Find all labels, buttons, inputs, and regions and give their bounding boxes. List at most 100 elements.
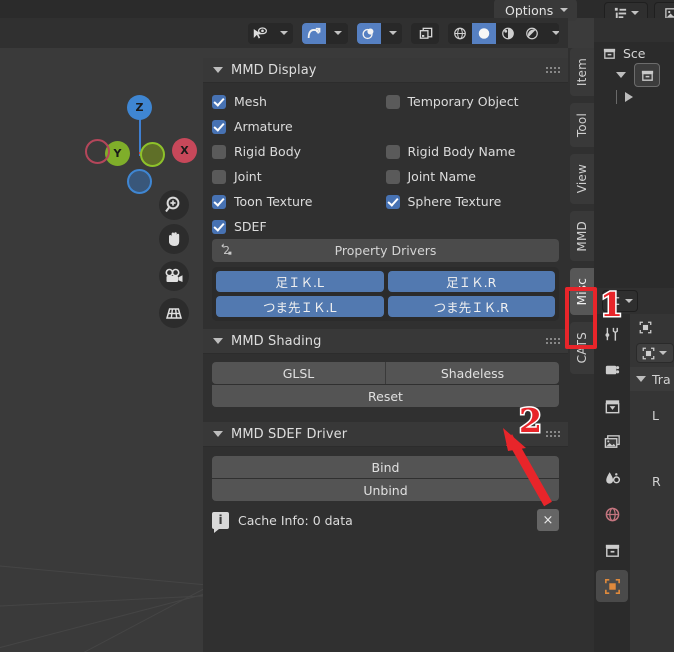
ik-button-toe-l[interactable]: つま先ＩＫ.L xyxy=(216,296,384,317)
checkbox-row-mesh[interactable]: Mesh xyxy=(212,89,386,114)
joint-checkbox[interactable] xyxy=(212,169,226,184)
outliner-object-row[interactable] xyxy=(594,86,674,108)
orthographic-toggle-button[interactable] xyxy=(159,298,189,328)
gizmo-axis-x[interactable]: X xyxy=(172,138,197,163)
camera-icon xyxy=(165,268,183,282)
material-preview-shading-button[interactable] xyxy=(495,22,520,44)
disclosure-triangle-icon[interactable] xyxy=(213,431,223,437)
properties-tab-world[interactable] xyxy=(596,498,628,530)
visibility-selectability-button[interactable] xyxy=(248,22,273,44)
object-data-selector[interactable] xyxy=(636,343,674,363)
sidebar-tabs: Item Tool View MMD Misc CATS xyxy=(568,48,594,652)
properties-tab-view-layer[interactable] xyxy=(596,426,628,458)
checkbox-row-empty-2 xyxy=(386,214,560,239)
armature-checkbox[interactable] xyxy=(212,119,226,134)
visibility-dropdown[interactable] xyxy=(272,22,294,44)
checkbox-row-sphere-texture[interactable]: Sphere Texture xyxy=(385,189,560,214)
property-drivers-button[interactable]: 2 Property Drivers xyxy=(212,239,559,262)
ik-buttons-container: 足ＩＫ.L 足ＩＫ.R つま先ＩＫ.L つま先ＩＫ.R xyxy=(212,267,559,321)
checkbox-row-joint[interactable]: Joint xyxy=(212,164,386,189)
shading-dropdown[interactable] xyxy=(543,22,559,44)
mmd-display-title: MMD Display xyxy=(231,62,317,78)
panel-drag-handle[interactable] xyxy=(546,431,560,437)
sphere-texture-checkbox[interactable] xyxy=(385,194,400,209)
disclosure-triangle-icon[interactable] xyxy=(213,67,223,73)
shadeless-button[interactable]: Shadeless xyxy=(386,362,559,384)
proportional-editing-dropdown[interactable] xyxy=(380,22,403,44)
gizmo-axis-neg-x[interactable] xyxy=(85,139,110,164)
properties-tab-render[interactable] xyxy=(596,354,628,386)
checkbox-row-rigid-body-name[interactable]: Rigid Body Name xyxy=(385,139,560,164)
tab-tool[interactable]: Tool xyxy=(570,103,594,148)
tab-misc[interactable]: Misc xyxy=(570,268,594,316)
panel-drag-handle[interactable] xyxy=(546,67,560,73)
toon-texture-checkbox[interactable] xyxy=(212,194,226,209)
checkbox-row-toon-texture[interactable]: Toon Texture xyxy=(212,189,386,214)
tab-mmd[interactable]: MMD xyxy=(570,210,594,262)
reset-shading-button[interactable]: Reset xyxy=(212,385,559,407)
ik-button-toe-r[interactable]: つま先ＩＫ.R xyxy=(387,296,555,317)
gizmo-axis-neg-z[interactable] xyxy=(127,169,152,194)
gizmo-axis-z[interactable]: Z xyxy=(127,95,152,120)
snap-toggle-button[interactable] xyxy=(302,22,327,44)
disclosure-triangle-icon[interactable] xyxy=(616,72,626,78)
tab-item[interactable]: Item xyxy=(570,48,594,97)
wireframe-shading-button[interactable] xyxy=(447,22,472,44)
ik-button-foot-r[interactable]: 足ＩＫ.R xyxy=(387,271,555,292)
snap-dropdown[interactable] xyxy=(326,22,348,44)
tab-view[interactable]: View xyxy=(570,154,594,204)
chevron-down-icon xyxy=(659,351,667,355)
proportional-editing-button[interactable] xyxy=(356,22,381,44)
tab-cats[interactable]: CATS xyxy=(570,322,594,374)
info-icon: i xyxy=(212,511,229,533)
rendered-shading-button[interactable] xyxy=(519,22,544,44)
checkbox-row-armature[interactable]: Armature xyxy=(212,114,386,139)
rigid-body-name-checkbox[interactable] xyxy=(385,144,400,159)
outliner-child-row[interactable] xyxy=(594,63,674,87)
pan-tool-button[interactable] xyxy=(159,224,189,254)
checkbox-row-temporary-object[interactable]: Temporary Object xyxy=(385,89,560,114)
bind-button[interactable]: Bind xyxy=(212,456,559,478)
properties-tab-output[interactable] xyxy=(596,390,628,422)
location-label: L xyxy=(652,407,659,423)
ik-button-foot-l[interactable]: 足ＩＫ.L xyxy=(216,271,384,292)
mmd-display-body: Mesh Temporary Object Armature Rigid Bod… xyxy=(203,83,568,329)
expand-triangle-icon[interactable] xyxy=(625,92,633,102)
close-cache-info-button[interactable]: × xyxy=(537,509,559,531)
transform-panel-header[interactable]: Tra xyxy=(630,367,674,391)
properties-tab-scene[interactable] xyxy=(596,462,628,494)
svg-text:2: 2 xyxy=(223,245,230,257)
rigid-body-checkbox[interactable] xyxy=(212,144,226,159)
panel-drag-handle[interactable] xyxy=(546,338,560,344)
properties-tab-object[interactable] xyxy=(596,570,628,602)
disclosure-triangle-icon[interactable] xyxy=(213,338,223,344)
mesh-checkbox[interactable] xyxy=(212,94,226,109)
joint-name-checkbox[interactable] xyxy=(385,169,400,184)
disclosure-triangle-icon[interactable] xyxy=(636,376,646,382)
checkbox-row-joint-name[interactable]: Joint Name xyxy=(385,164,560,189)
gizmo-axis-neg-y[interactable] xyxy=(140,142,165,167)
mmd-display-header[interactable]: MMD Display xyxy=(203,58,568,83)
cache-info-row: i Cache Info: 0 data × xyxy=(212,507,559,533)
mmd-shading-header[interactable]: MMD Shading xyxy=(203,329,568,354)
shading-mode-segmented: GLSL Shadeless xyxy=(212,362,559,384)
camera-view-button[interactable] xyxy=(159,261,189,291)
mmd-shading-title: MMD Shading xyxy=(231,333,322,349)
temporary-object-checkbox[interactable] xyxy=(385,94,400,109)
tab-view-label: View xyxy=(575,164,589,194)
properties-tab-collection[interactable] xyxy=(596,534,628,566)
temporary-object-label: Temporary Object xyxy=(407,94,519,109)
mmd-sdef-header[interactable]: MMD SDEF Driver xyxy=(203,422,568,447)
navigation-gizmo[interactable]: Z Y X xyxy=(85,90,198,200)
solid-shading-button[interactable] xyxy=(471,22,496,44)
sdef-checkbox[interactable] xyxy=(212,219,226,234)
glsl-button[interactable]: GLSL xyxy=(212,362,386,384)
overlays-button[interactable] xyxy=(411,22,439,44)
unbind-button[interactable]: Unbind xyxy=(212,479,559,501)
checkbox-row-sdef[interactable]: SDEF xyxy=(212,214,386,239)
outliner-collection-button[interactable] xyxy=(634,63,660,87)
sphere-texture-label: Sphere Texture xyxy=(407,194,502,209)
zoom-tool-button[interactable] xyxy=(159,190,189,220)
outliner-scene-collection-row[interactable]: Sce xyxy=(594,42,674,64)
checkbox-row-rigid-body[interactable]: Rigid Body xyxy=(212,139,386,164)
